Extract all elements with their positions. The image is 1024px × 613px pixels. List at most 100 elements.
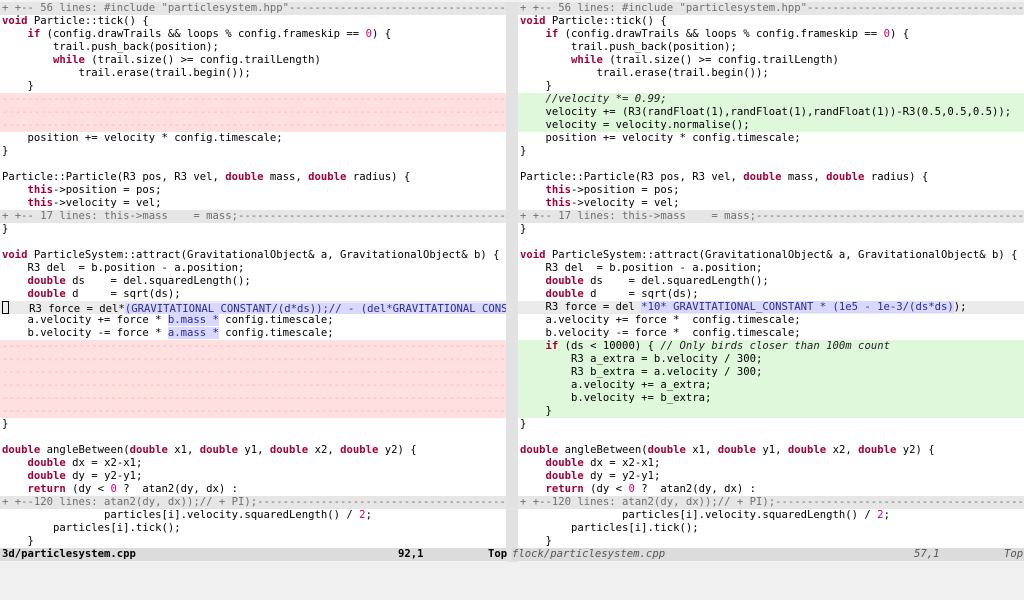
code-line[interactable] (0, 236, 506, 249)
diff-filler-line[interactable]: ----------------------------------------… (0, 366, 506, 379)
code-line[interactable]: this->position = pos; (0, 184, 506, 197)
diff-filler-line[interactable]: ----------------------------------------… (0, 119, 506, 132)
code-line[interactable] (518, 236, 1024, 249)
code-line[interactable]: void ParticleSystem::attract(Gravitation… (0, 249, 506, 262)
code-line[interactable]: particles[i].velocity.squaredLength() / … (0, 509, 506, 522)
code-line[interactable]: while (trail.size() >= config.trailLengt… (518, 54, 1024, 67)
code-line[interactable] (0, 158, 506, 171)
code-token: radius) { (346, 171, 411, 183)
code-line[interactable]: R3 del = b.position - a.position; (518, 262, 1024, 275)
code-line[interactable] (518, 431, 1024, 444)
diff-filler-line[interactable]: ----------------------------------------… (0, 379, 506, 392)
code-token: dy = y2-y1; (583, 470, 661, 482)
code-line[interactable]: R3 a_extra = b.velocity / 300; (518, 353, 1024, 366)
code-line[interactable] (0, 431, 506, 444)
code-line[interactable]: trail.push_back(position); (518, 41, 1024, 54)
diff-filler-line[interactable]: ----------------------------------------… (0, 340, 506, 353)
diff-pane-left[interactable]: + +-- 56 lines: #include "particlesystem… (0, 2, 506, 548)
code-line[interactable]: particles[i].velocity.squaredLength() / … (518, 509, 1024, 522)
code-line[interactable]: double d = sqrt(ds); (0, 288, 506, 301)
code-line[interactable]: double dy = y2-y1; (518, 470, 1024, 483)
code-token: void (2, 249, 28, 261)
fold-marker[interactable]: + +-- 17 lines: this->mass = mass;------… (518, 210, 1024, 223)
code-line[interactable]: } (518, 418, 1024, 431)
diff-filler-line[interactable]: ----------------------------------------… (0, 93, 506, 106)
code-line[interactable]: b.velocity -= force * a.mass * config.ti… (0, 327, 506, 340)
code-line[interactable]: trail.erase(trail.begin()); (518, 67, 1024, 80)
code-line[interactable]: void Particle::tick() { (0, 15, 506, 28)
code-line[interactable]: return (dy < 0 ? atan2(dy, dx) : (518, 483, 1024, 496)
code-line[interactable]: Particle::Particle(R3 pos, R3 vel, doubl… (518, 171, 1024, 184)
code-line[interactable]: a.velocity += force * config.timescale; (518, 314, 1024, 327)
code-line[interactable]: } (0, 418, 506, 431)
code-line[interactable] (518, 158, 1024, 171)
code-line[interactable]: double ds = del.squaredLength(); (518, 275, 1024, 288)
code-line[interactable]: while (trail.size() >= config.trailLengt… (0, 54, 506, 67)
code-line[interactable]: if (ds < 10000) { // Only birds closer t… (518, 340, 1024, 353)
fold-marker[interactable]: + +--120 lines: atan2(dy, dx));// + PI);… (518, 496, 1024, 509)
code-line[interactable]: velocity += (R3(randFloat(1),randFloat(1… (518, 106, 1024, 119)
code-token: if (545, 340, 559, 352)
code-line[interactable]: } (0, 80, 506, 93)
code-token: d = sqrt(ds); (65, 288, 181, 300)
fold-marker[interactable]: + +-- 17 lines: this->mass = mass;------… (0, 210, 506, 223)
code-line[interactable]: trail.push_back(position); (0, 41, 506, 54)
code-line[interactable]: double angleBetween(double x1, double y1… (518, 444, 1024, 457)
diff-filler-line[interactable]: ----------------------------------------… (0, 353, 506, 366)
code-line[interactable]: b.velocity += b_extra; (518, 392, 1024, 405)
code-line[interactable]: } (0, 535, 506, 548)
fold-marker[interactable]: + +-- 56 lines: #include "particlesystem… (518, 2, 1024, 15)
code-line[interactable]: this->velocity = vel; (0, 197, 506, 210)
code-line[interactable]: R3 b_extra = a.velocity / 300; (518, 366, 1024, 379)
code-line[interactable]: } (0, 223, 506, 236)
code-line[interactable]: R3 force = del *10* GRAVITATIONAL_CONSTA… (518, 301, 1024, 314)
code-line[interactable]: R3 force = del*(GRAVITATIONAL_CONSTANT/(… (0, 301, 506, 314)
diff-filler-line[interactable]: ----------------------------------------… (0, 392, 506, 405)
code-line[interactable]: double dy = y2-y1; (0, 470, 506, 483)
code-line[interactable]: double d = sqrt(ds); (518, 288, 1024, 301)
code-line[interactable]: } (518, 223, 1024, 236)
code-line[interactable]: } (518, 80, 1024, 93)
code-line[interactable]: double dx = x2-x1; (518, 457, 1024, 470)
code-line[interactable]: a.velocity += a_extra; (518, 379, 1024, 392)
code-line[interactable]: R3 del = b.position - a.position; (0, 262, 506, 275)
code-line[interactable]: } (0, 145, 506, 158)
code-line[interactable]: Particle::Particle(R3 pos, R3 vel, doubl… (0, 171, 506, 184)
code-line[interactable]: velocity = velocity.normalise(); (518, 119, 1024, 132)
code-line[interactable]: } (518, 145, 1024, 158)
code-line[interactable]: position += velocity * config.timescale; (518, 132, 1024, 145)
diff-filler-line[interactable]: ----------------------------------------… (0, 405, 506, 418)
code-line[interactable]: void ParticleSystem::attract(Gravitation… (518, 249, 1024, 262)
code-line[interactable]: if (config.drawTrails && loops % config.… (518, 28, 1024, 41)
code-line[interactable]: double angleBetween(double x1, double y1… (0, 444, 506, 457)
code-line[interactable]: this->position = pos; (518, 184, 1024, 197)
code-line[interactable]: double dx = x2-x1; (0, 457, 506, 470)
fold-marker[interactable]: + +--120 lines: atan2(dy, dx));// + PI);… (0, 496, 506, 509)
code-line[interactable]: double ds = del.squaredLength(); (0, 275, 506, 288)
code-line[interactable]: return (dy < 0 ? atan2(dy, dx) : (0, 483, 506, 496)
code-line[interactable]: particles[i].tick(); (518, 522, 1024, 535)
vertical-split-divider[interactable] (506, 2, 518, 562)
fold-marker[interactable]: + +-- 56 lines: #include "particlesystem… (0, 2, 506, 15)
code-token: radius) { (864, 171, 929, 183)
diff-filler-line[interactable]: ----------------------------------------… (0, 106, 506, 119)
code-line[interactable]: position += velocity * config.timescale; (0, 132, 506, 145)
code-line[interactable]: b.velocity -= force * config.timescale; (518, 327, 1024, 340)
code-line[interactable]: particles[i].tick(); (0, 522, 506, 535)
code-token: trail.erase(trail.begin()); (2, 67, 251, 79)
command-line[interactable] (0, 562, 1024, 600)
code-line[interactable]: a.velocity += force * b.mass * config.ti… (0, 314, 506, 327)
diff-pane-right[interactable]: + +-- 56 lines: #include "particlesystem… (518, 2, 1024, 548)
code-line[interactable]: this->velocity = vel; (518, 197, 1024, 210)
code-line[interactable]: } (518, 405, 1024, 418)
code-line[interactable]: void Particle::tick() { (518, 15, 1024, 28)
code-line[interactable]: } (518, 535, 1024, 548)
code-line[interactable]: //velocity *= 0.99; (518, 93, 1024, 106)
code-line[interactable]: if (config.drawTrails && loops % config.… (0, 28, 506, 41)
code-token: ; (365, 509, 372, 521)
code-line[interactable]: trail.erase(trail.begin()); (0, 67, 506, 80)
